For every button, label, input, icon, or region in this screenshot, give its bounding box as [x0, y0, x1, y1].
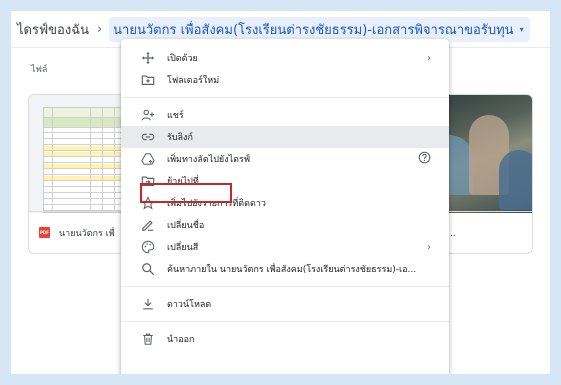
drive-page: ไดรฟ์ของฉัน › นายนวัตกร เพื่อสังคม(โรงเร… [11, 11, 550, 374]
palette-icon [141, 240, 155, 254]
chevron-right-icon: › [427, 241, 431, 253]
menu-item-rename[interactable]: เปลี่ยนชื่อ [121, 214, 449, 236]
menu-item-label: เพิ่มไปยังรายการที่ติดดาว [167, 199, 266, 209]
star-icon [141, 196, 155, 210]
rename-icon [141, 218, 155, 232]
menu-item-download[interactable]: ดาวน์โหลด [121, 293, 449, 315]
menu-item-move-to[interactable]: ย้ายไปที่ [121, 170, 449, 192]
menu-item-label: เปิดด้วย [167, 54, 198, 64]
help-icon[interactable] [418, 151, 431, 167]
breadcrumb-current-label: นายนวัตกร เพื่อสังคม(โรงเรียนต่ารงชัยธรร… [113, 22, 514, 38]
file-name: นายนวัตกร เพื่ [59, 228, 115, 239]
breadcrumb-separator: › [96, 21, 103, 37]
files-section-label: ไฟล์ [31, 65, 48, 75]
breadcrumb: ไดรฟ์ของฉัน › นายนวัตกร เพื่อสังคม(โรงเร… [17, 16, 530, 42]
menu-item-label: แชร์ [167, 111, 184, 121]
menu-item-label: เปลี่ยนชื่อ [167, 221, 205, 231]
search-icon [141, 262, 155, 276]
menu-item-add-to-starred[interactable]: เพิ่มไปยังรายการที่ติดดาว [121, 192, 449, 214]
menu-item-label: ดาวน์โหลด [167, 300, 212, 310]
open-with-icon [141, 51, 155, 65]
menu-item-label: นำออก [167, 335, 195, 345]
pdf-icon: PDF [39, 227, 50, 238]
share-icon [141, 108, 155, 122]
move-to-icon [141, 174, 155, 188]
menu-divider [121, 97, 449, 98]
chevron-right-icon: › [427, 52, 431, 64]
menu-item-label: เพิ่มทางลัดไปยังไดรฟ์ [167, 155, 251, 165]
breadcrumb-my-drive[interactable]: ไดรฟ์ของฉัน [17, 19, 89, 40]
menu-divider [121, 321, 449, 322]
download-icon [141, 297, 155, 311]
chevron-down-icon: ▾ [519, 24, 524, 34]
menu-item-label: รับลิงก์ [167, 133, 193, 143]
menu-item-label: โฟลเดอร์ใหม่ [167, 76, 220, 86]
context-menu: เปิดด้วย › โฟลเดอร์ใหม่ แชร์ รับลิงก์ เพ… [121, 39, 449, 374]
menu-item-new-folder[interactable]: โฟลเดอร์ใหม่ [121, 69, 449, 91]
menu-item-label: ค้นหาภายใน นายนวัตกร เพื่อสังคม(โรงเรียน… [167, 265, 417, 275]
menu-item-add-shortcut[interactable]: เพิ่มทางลัดไปยังไดรฟ์ [121, 148, 449, 170]
menu-item-remove[interactable]: นำออก [121, 328, 449, 350]
new-folder-icon [141, 73, 155, 87]
menu-item-search-within[interactable]: ค้นหาภายใน นายนวัตกร เพื่อสังคม(โรงเรียน… [121, 258, 449, 280]
menu-item-label: เปลี่ยนสี [167, 243, 199, 253]
menu-item-share[interactable]: แชร์ [121, 104, 449, 126]
trash-icon [141, 332, 155, 346]
link-icon [141, 130, 155, 144]
menu-item-change-color[interactable]: เปลี่ยนสี › [121, 236, 449, 258]
add-shortcut-icon [141, 152, 155, 166]
menu-item-get-link[interactable]: รับลิงก์ [121, 126, 449, 148]
menu-divider [121, 286, 449, 287]
menu-item-label: ย้ายไปที่ [167, 177, 199, 187]
breadcrumb-current-folder[interactable]: นายนวัตกร เพื่อสังคม(โรงเรียนต่ารงชัยธรร… [109, 16, 530, 42]
menu-item-open-with[interactable]: เปิดด้วย › [121, 47, 449, 69]
